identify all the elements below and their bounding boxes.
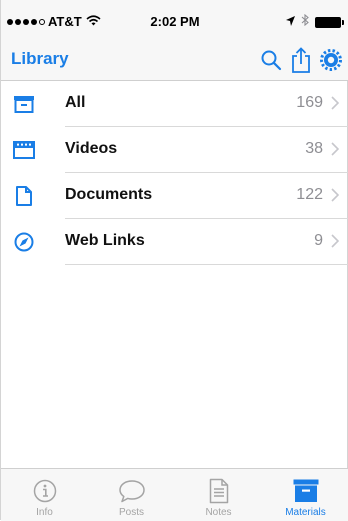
compass-icon: [13, 231, 35, 253]
app-frame: AT&T 2:02 PM Library All 169 Videos 38 D…: [0, 0, 348, 521]
status-left: AT&T: [7, 14, 101, 29]
document-icon: [13, 185, 35, 207]
share-icon[interactable]: [289, 46, 313, 74]
page-title: Library: [11, 49, 69, 68]
list-item-count: 122: [296, 186, 323, 203]
box-icon: [292, 478, 320, 504]
tab-label: Info: [36, 507, 53, 518]
carrier-name: AT&T: [48, 14, 82, 29]
list-item-documents[interactable]: Documents 122: [1, 173, 348, 219]
speech-bubble-icon: [118, 478, 146, 504]
gear-icon[interactable]: [319, 46, 343, 74]
tab-bar: Info Posts Notes Materials: [1, 468, 348, 521]
tab-label: Materials: [285, 507, 326, 518]
list-item-label: All: [65, 94, 86, 111]
list-item-count: 9: [314, 232, 323, 249]
list-item-videos[interactable]: Videos 38: [1, 127, 348, 173]
battery-icon: [315, 16, 344, 28]
list-item-web-links[interactable]: Web Links 9: [1, 219, 348, 265]
list-item-label: Documents: [65, 186, 153, 203]
list-item-label: Videos: [65, 140, 118, 157]
bluetooth-icon: [301, 13, 309, 31]
status-bar: AT&T 2:02 PM: [1, 0, 348, 40]
list-item-label: Web Links: [65, 232, 145, 249]
wifi-icon: [86, 14, 101, 29]
notes-icon: [205, 478, 233, 504]
film-icon: [13, 139, 35, 161]
library-list: All 169 Videos 38 Documents 122 Web Link…: [1, 81, 348, 265]
navigation-bar: Library: [1, 40, 348, 81]
chevron-right-icon: [331, 142, 340, 161]
chevron-right-icon: [331, 188, 340, 207]
chevron-right-icon: [331, 96, 340, 115]
tab-materials[interactable]: Materials: [262, 469, 348, 521]
list-item-count: 169: [296, 94, 323, 111]
tab-label: Notes: [205, 507, 232, 518]
status-right: [286, 13, 344, 31]
tab-info[interactable]: Info: [1, 469, 88, 521]
signal-strength-icon: [7, 18, 45, 25]
list-item-all[interactable]: All 169: [1, 81, 348, 127]
tab-label: Posts: [118, 507, 144, 518]
nav-actions: [259, 46, 343, 74]
chevron-right-icon: [331, 234, 340, 253]
info-icon: [31, 478, 59, 504]
box-icon: [13, 93, 35, 115]
location-arrow-icon: [286, 13, 295, 31]
row-divider: [65, 264, 348, 265]
tab-posts[interactable]: Posts: [88, 469, 175, 521]
search-icon[interactable]: [259, 46, 283, 74]
list-item-count: 38: [305, 140, 323, 157]
tab-notes[interactable]: Notes: [175, 469, 262, 521]
